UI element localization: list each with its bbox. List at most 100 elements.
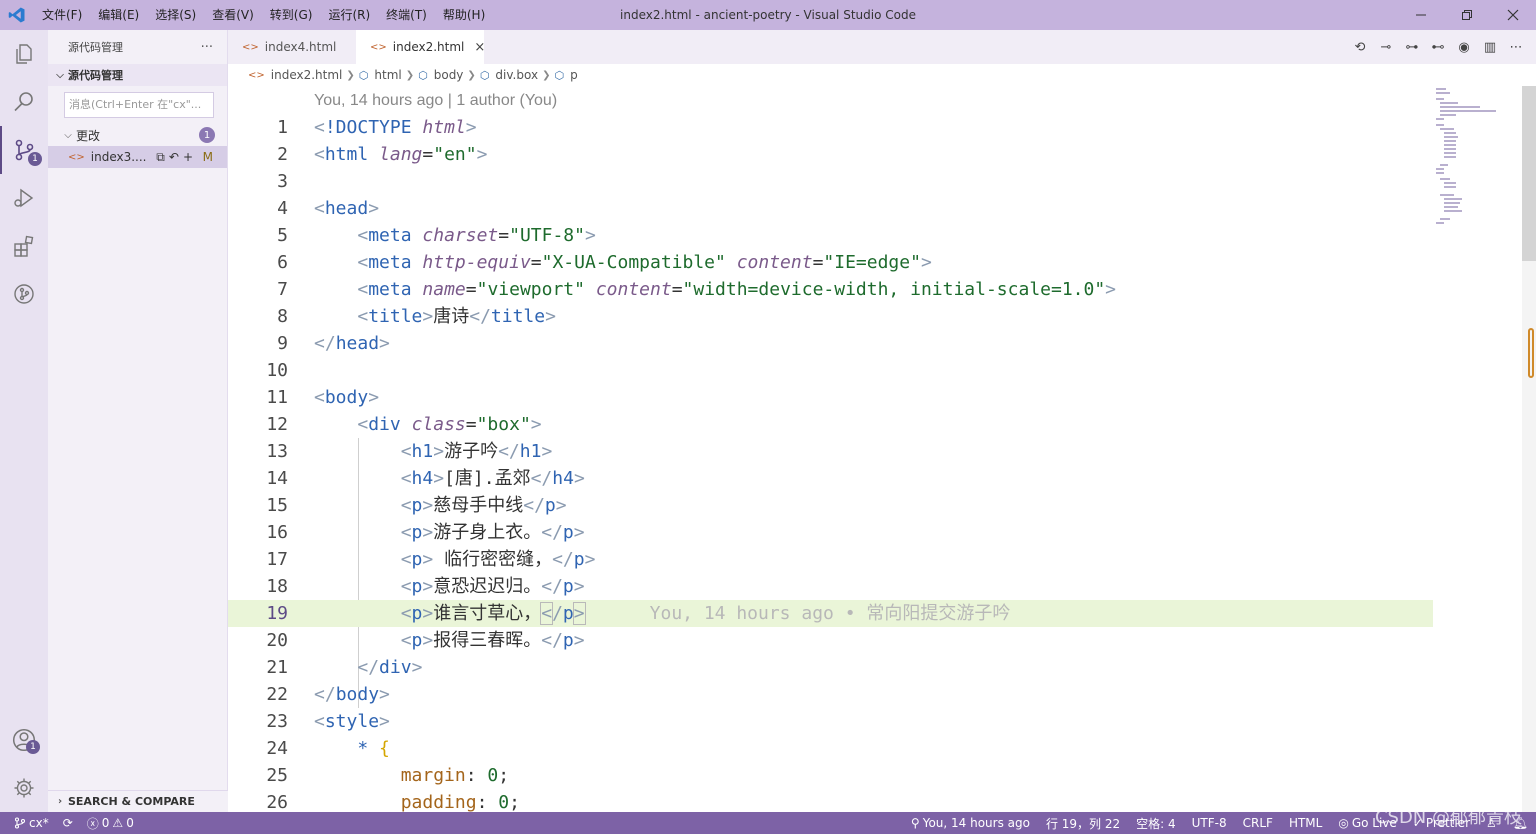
branch-name: cx* — [29, 816, 49, 830]
tab-index4-html[interactable]: <> index4.html — [228, 30, 356, 64]
discard-changes-icon[interactable]: ↶ — [169, 150, 179, 165]
warning-count: 0 — [126, 816, 134, 830]
file-actions: ⧉ ↶ + — [156, 150, 193, 165]
tab-index2-html[interactable]: <> index2.html × — [356, 30, 485, 64]
menu-selection[interactable]: 选择(S) — [147, 0, 204, 30]
line-number: 26 — [266, 792, 288, 812]
menu-file[interactable]: 文件(F) — [34, 0, 90, 30]
line-number: 5 — [277, 225, 288, 246]
line-number: 15 — [266, 495, 288, 516]
cursor-position[interactable]: 行 19，列 22 — [1046, 815, 1120, 832]
breadcrumb-div-box[interactable]: div.box — [495, 68, 538, 82]
history-icon[interactable]: ⟲ — [1352, 39, 1368, 55]
menu-help[interactable]: 帮助(H) — [435, 0, 493, 30]
commit-icon[interactable]: ⊸ — [1378, 39, 1394, 55]
changes-label: 更改 — [76, 128, 101, 143]
commit-message-input[interactable]: 消息(Ctrl+Enter 在"cx"... — [64, 92, 214, 118]
breadcrumb-body[interactable]: body — [434, 68, 464, 82]
menu-edit[interactable]: 编辑(E) — [90, 0, 147, 30]
open-file-icon[interactable]: ⧉ — [156, 150, 165, 165]
scm-section-header[interactable]: ⌵ 源代码管理 — [48, 64, 227, 86]
line-number: 25 — [266, 765, 288, 786]
code-line: 3 — [228, 168, 1433, 195]
branch-status[interactable]: cx* — [14, 816, 49, 830]
editor-group: <> index4.html <> index2.html × ⟲ ⊸ ⊶ ⊷ … — [228, 30, 1536, 812]
vertical-scrollbar[interactable] — [1522, 86, 1536, 812]
blame-status-text: You, 14 hours ago — [922, 816, 1030, 830]
explorer-icon[interactable] — [0, 30, 48, 78]
code-line: 21 </div> — [228, 654, 1433, 681]
code-editor[interactable]: 1 <!DOCTYPE html> 2 <html lang="en"> 3 4 <h… — [228, 114, 1433, 812]
search-compare-section[interactable]: › SEARCH & COMPARE — [48, 790, 228, 812]
restore-button[interactable] — [1444, 0, 1490, 30]
minimize-button[interactable] — [1398, 0, 1444, 30]
menu-terminal[interactable]: 终端(T) — [378, 0, 435, 30]
search-icon[interactable] — [0, 78, 48, 126]
more-editor-actions-icon[interactable]: ⋯ — [1508, 39, 1524, 55]
more-actions-button[interactable]: ··· — [201, 40, 213, 55]
code-line: 13 <h1>游子吟</h1> — [228, 438, 1433, 465]
settings-gear-icon[interactable] — [0, 764, 48, 812]
scrollbar-thumb[interactable] — [1522, 86, 1536, 261]
window-controls — [1398, 0, 1536, 30]
changed-file-name: index3.... — [90, 150, 147, 164]
menu-go[interactable]: 转到(G) — [262, 0, 321, 30]
code-line: 15 <p>慈母手中线</p> — [228, 492, 1433, 519]
minimap-line — [1444, 156, 1456, 158]
code-line: 10 — [228, 357, 1433, 384]
blame-status[interactable]: ⚲ You, 14 hours ago — [911, 816, 1030, 830]
source-control-icon[interactable]: 1 — [0, 126, 48, 174]
breadcrumb: <> index2.html ❯ ⬡ html ❯ ⬡ body ❯ ⬡ div… — [228, 64, 1536, 86]
language-mode[interactable]: HTML — [1289, 816, 1322, 830]
changed-file-item[interactable]: <> index3.... ⧉ ↶ + M — [48, 146, 227, 168]
code-line: 22 </body> — [228, 681, 1433, 708]
encoding-status[interactable]: UTF-8 — [1192, 816, 1227, 830]
close-tab-icon[interactable]: × — [474, 40, 485, 55]
close-window-button[interactable] — [1490, 0, 1536, 30]
toggle-blame-icon[interactable]: ◉ — [1456, 39, 1472, 55]
breadcrumb-p[interactable]: p — [570, 68, 578, 82]
minimap-line — [1436, 168, 1444, 170]
minimap-line — [1440, 164, 1448, 166]
line-number: 13 — [266, 441, 288, 462]
minimap-line — [1436, 88, 1446, 90]
minimap-line — [1444, 202, 1460, 204]
line-number: 11 — [266, 387, 288, 408]
menu-bar: 文件(F) 编辑(E) 选择(S) 查看(V) 转到(G) 运行(R) 终端(T… — [34, 0, 493, 30]
warning-icon: ⚠ — [112, 816, 124, 830]
source-control-sidebar: 源代码管理 ··· ⌵ 源代码管理 消息(Ctrl+Enter 在"cx"...… — [48, 30, 228, 812]
changes-group[interactable]: ⌵ 更改 1 — [48, 124, 227, 146]
problems-status[interactable]: ⓧ 0 ⚠ 0 — [87, 815, 134, 832]
breadcrumb-file[interactable]: index2.html — [271, 68, 343, 82]
eol-status[interactable]: CRLF — [1243, 816, 1273, 830]
code-line-current: 19 <p>谁言寸草心，</p> You, 14 hours ago • 常向阳… — [228, 600, 1433, 627]
code-line: 5 <meta charset="UTF-8"> — [228, 222, 1433, 249]
minimap-line — [1444, 136, 1458, 138]
extensions-icon[interactable] — [0, 222, 48, 270]
scm-section-title: 源代码管理 — [68, 69, 123, 82]
previous-change-icon[interactable]: ⊶ — [1404, 39, 1420, 55]
indentation-status[interactable]: 空格: 4 — [1136, 815, 1176, 832]
minimap-line — [1440, 114, 1456, 116]
chevron-right-icon: ❯ — [542, 69, 551, 81]
minimap-line — [1436, 118, 1444, 120]
line-number: 21 — [266, 657, 288, 678]
accounts-icon[interactable]: 1 — [0, 716, 48, 764]
file-status-badge: M — [202, 150, 213, 164]
sync-icon[interactable]: ⟳ — [63, 816, 73, 830]
blame-codelens[interactable]: You, 14 hours ago | 1 author (You) — [314, 92, 557, 110]
code-line: 8 <title>唐诗</title> — [228, 303, 1433, 330]
code-line: 6 <meta http-equiv="X-UA-Compatible" con… — [228, 249, 1433, 276]
minimap[interactable] — [1436, 86, 1522, 812]
menu-run[interactable]: 运行(R) — [320, 0, 378, 30]
accounts-badge: 1 — [26, 740, 40, 754]
next-change-icon[interactable]: ⊷ — [1430, 39, 1446, 55]
minimap-line — [1444, 206, 1458, 208]
menu-view[interactable]: 查看(V) — [204, 0, 262, 30]
git-graph-icon[interactable] — [0, 270, 48, 318]
split-editor-icon[interactable]: ▥ — [1482, 39, 1498, 55]
run-debug-icon[interactable] — [0, 174, 48, 222]
html-file-icon: <> — [68, 151, 85, 163]
stage-changes-icon[interactable]: + — [183, 150, 193, 165]
breadcrumb-html[interactable]: html — [374, 68, 401, 82]
